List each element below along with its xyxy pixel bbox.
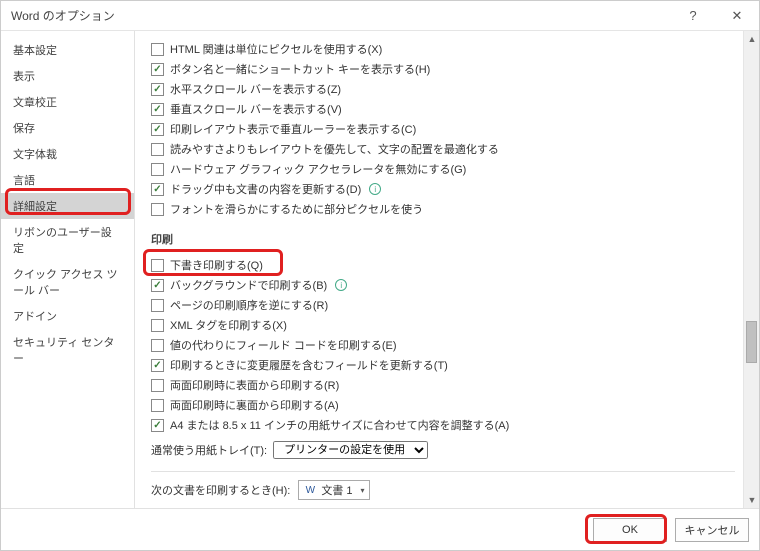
sidebar-item-proofing[interactable]: 文章校正 [1,89,134,115]
cb-scale-a4-letter[interactable]: A4 または 8.5 x 11 インチの用紙サイズに合わせて内容を調整する(A) [151,415,735,435]
checkbox-icon [151,203,164,216]
sidebar-item-advanced[interactable]: 詳細設定 [1,193,134,219]
cb-hscroll[interactable]: 水平スクロール バーを表示する(Z) [151,79,735,99]
sidebar-item-addins[interactable]: アドイン [1,303,134,329]
cb-print-field-codes[interactable]: 値の代わりにフィールド コードを印刷する(E) [151,335,735,355]
titlebar: Word のオプション ? ✕ [1,1,759,31]
default-tray-row: 通常使う用紙トレイ(T): プリンターの設定を使用 [151,441,735,459]
scroll-down-arrow[interactable]: ▼ [744,492,759,508]
section-title-print: 印刷 [151,231,735,247]
dialog-footer: OK キャンセル [1,508,759,550]
cb-duplex-back[interactable]: 両面印刷時に裏面から印刷する(A) [151,395,735,415]
cb-subpixel-font[interactable]: フォントを滑らかにするために部分ピクセルを使う [151,199,735,219]
chevron-down-icon: ▾ [361,486,365,495]
scroll-up-arrow[interactable]: ▲ [744,31,759,47]
checkbox-icon [151,279,164,292]
sidebar-item-general[interactable]: 基本設定 [1,37,134,63]
vertical-scrollbar[interactable]: ▲ ▼ [743,31,759,508]
checkbox-icon [151,143,164,156]
cb-draft-print[interactable]: 下書き印刷する(Q) [151,255,735,275]
sidebar-item-typography[interactable]: 文字体裁 [1,141,134,167]
scroll-thumb[interactable] [746,321,757,363]
checkbox-icon [151,163,164,176]
info-icon[interactable]: i [335,279,347,291]
sidebar-item-save[interactable]: 保存 [1,115,134,141]
cb-update-on-drag[interactable]: ドラッグ中も文書の内容を更新する(D)i [151,179,735,199]
default-tray-select[interactable]: プリンターの設定を使用 [273,441,428,459]
checkbox-icon [151,43,164,56]
sidebar-item-quick-access[interactable]: クイック アクセス ツール バー [1,261,134,303]
word-doc-icon: W [303,483,317,497]
dialog-body: 基本設定 表示 文章校正 保存 文字体裁 言語 詳細設定 リボンのユーザー設定 … [1,31,759,508]
cb-vscroll[interactable]: 垂直スクロール バーを表示する(V) [151,99,735,119]
doc-select[interactable]: W 文書 1 ▾ [298,480,369,500]
cb-background-print[interactable]: バックグラウンドで印刷する(B)i [151,275,735,295]
content-inner: HTML 関連は単位にピクセルを使用する(X) ボタン名と一緒にショートカット … [135,31,743,508]
sidebar-item-language[interactable]: 言語 [1,167,134,193]
checkbox-icon [151,359,164,372]
checkbox-icon [151,419,164,432]
content-area: HTML 関連は単位にピクセルを使用する(X) ボタン名と一緒にショートカット … [135,31,759,508]
section-divider [151,471,735,472]
checkbox-icon [151,299,164,312]
checkbox-icon [151,339,164,352]
default-tray-label: 通常使う用紙トレイ(T): [151,442,267,458]
cb-disable-hw-accel[interactable]: ハードウェア グラフィック アクセラレータを無効にする(G) [151,159,735,179]
checkbox-icon [151,123,164,136]
cb-optimize-layout[interactable]: 読みやすさよりもレイアウトを優先して、文字の配置を最適化する [151,139,735,159]
sidebar: 基本設定 表示 文章校正 保存 文字体裁 言語 詳細設定 リボンのユーザー設定 … [1,31,135,508]
sidebar-item-display[interactable]: 表示 [1,63,134,89]
checkbox-icon [151,379,164,392]
checkbox-icon [151,103,164,116]
checkbox-icon [151,399,164,412]
sidebar-item-trust-center[interactable]: セキュリティ センター [1,329,134,371]
help-button[interactable]: ? [671,1,715,31]
cb-reverse-order[interactable]: ページの印刷順序を逆にする(R) [151,295,735,315]
doc-print-label: 次の文書を印刷するとき(H): [151,482,290,498]
close-button[interactable]: ✕ [715,1,759,31]
cb-vertical-ruler[interactable]: 印刷レイアウト表示で垂直ルーラーを表示する(C) [151,119,735,139]
dialog-title: Word のオプション [11,7,115,24]
sidebar-item-customize-ribbon[interactable]: リボンのユーザー設定 [1,219,134,261]
word-options-dialog: Word のオプション ? ✕ 基本設定 表示 文章校正 保存 文字体裁 言語 … [0,0,760,551]
titlebar-buttons: ? ✕ [671,1,759,31]
doc-print-row: 次の文書を印刷するとき(H): W 文書 1 ▾ [151,480,735,500]
cb-print-xml-tags[interactable]: XML タグを印刷する(X) [151,315,735,335]
doc-name: 文書 1 [321,482,352,498]
ok-button[interactable]: OK [593,518,667,542]
checkbox-icon [151,319,164,332]
info-icon[interactable]: i [369,183,381,195]
cb-duplex-front[interactable]: 両面印刷時に表面から印刷する(R) [151,375,735,395]
checkbox-icon [151,83,164,96]
cancel-button[interactable]: キャンセル [675,518,749,542]
checkbox-icon [151,183,164,196]
cb-update-fields-tracked[interactable]: 印刷するときに変更履歴を含むフィールドを更新する(T) [151,355,735,375]
checkbox-icon [151,63,164,76]
cb-html-pixels[interactable]: HTML 関連は単位にピクセルを使用する(X) [151,39,735,59]
cb-shortcut-keys[interactable]: ボタン名と一緒にショートカット キーを表示する(H) [151,59,735,79]
checkbox-icon [151,259,164,272]
